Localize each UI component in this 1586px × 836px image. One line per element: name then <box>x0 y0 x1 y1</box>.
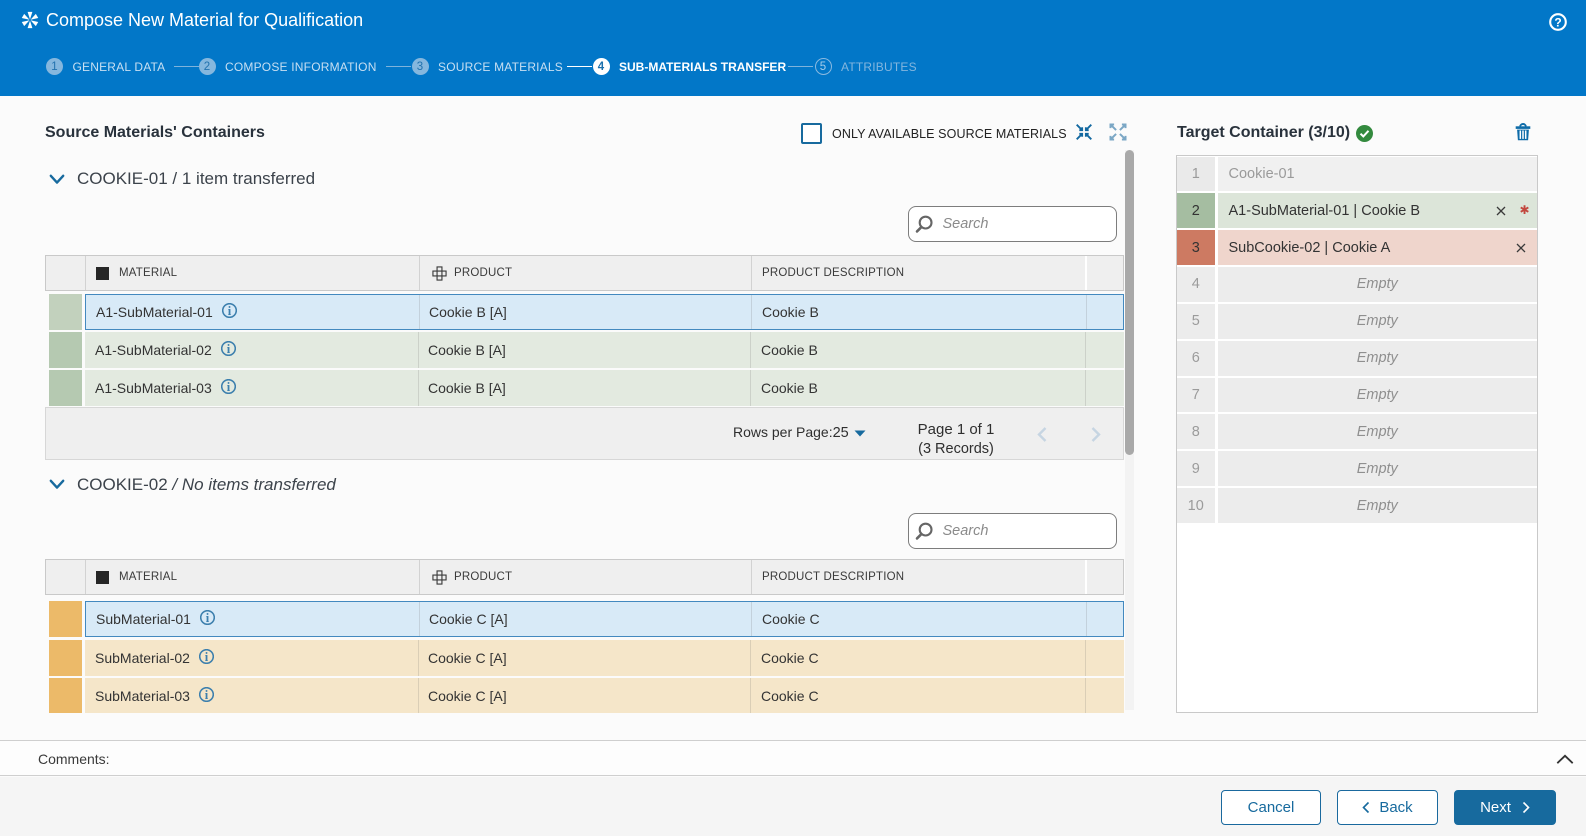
svg-text:i: i <box>206 611 210 625</box>
svg-text:i: i <box>226 342 230 356</box>
svg-text:i: i <box>226 380 230 394</box>
svg-text:?: ? <box>1554 15 1561 29</box>
svg-text:i: i <box>205 688 209 702</box>
svg-text:i: i <box>205 650 209 664</box>
svg-text:i: i <box>227 304 231 318</box>
